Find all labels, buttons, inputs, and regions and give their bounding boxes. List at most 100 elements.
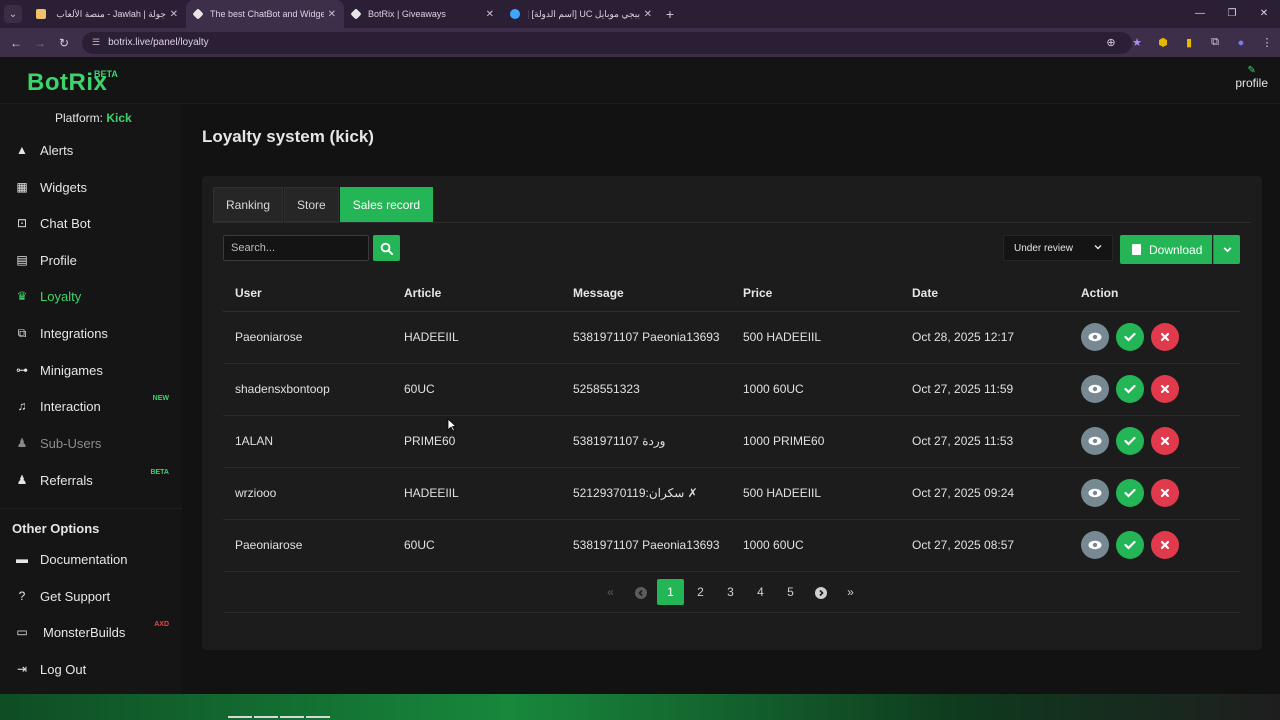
bookmark-star-icon[interactable]: ★ — [1124, 36, 1150, 49]
download-button[interactable]: Download — [1120, 235, 1212, 264]
address-bar[interactable]: ☰ botrix.live/panel/loyalty — [82, 31, 1132, 54]
cell-user: 1ALAN — [223, 415, 392, 468]
cell-price: 500 HADEEIIL — [731, 311, 900, 364]
reload-icon[interactable]: ↻ — [52, 36, 76, 50]
pagination-divider — [223, 612, 1240, 613]
sidebar-divider — [0, 508, 182, 509]
view-button[interactable] — [1081, 531, 1109, 559]
eye-icon — [1088, 488, 1102, 498]
forward-icon[interactable]: → — [28, 36, 52, 50]
new-tab-icon[interactable]: + — [660, 6, 680, 22]
close-tab-icon[interactable]: ✕ — [166, 9, 178, 20]
botrix-favicon-icon — [350, 8, 362, 20]
sidebar-item-get-support[interactable]: ? Get Support — [14, 585, 179, 607]
cell-article: 60UC — [392, 363, 561, 416]
status-filter-select[interactable]: Under review — [1003, 235, 1113, 261]
download-label: Download — [1149, 242, 1203, 257]
view-button[interactable] — [1081, 375, 1109, 403]
minimize-icon[interactable]: — — [1184, 0, 1216, 28]
sidebar-item-label: Profile — [40, 252, 77, 268]
browser-tab-jawlah[interactable]: جولة | Jawlah - منصة الألعاب الـ... ✕ — [28, 0, 186, 28]
browser-menu-icon[interactable]: ⋮ — [1254, 36, 1280, 49]
next-page-icon[interactable] — [807, 579, 834, 605]
reject-button[interactable] — [1151, 323, 1179, 351]
close-tab-icon[interactable]: ✕ — [324, 9, 336, 20]
search-button[interactable] — [373, 235, 400, 261]
page-3[interactable]: 3 — [717, 579, 744, 605]
reject-button[interactable] — [1151, 479, 1179, 507]
check-icon — [1124, 332, 1136, 342]
sidebar-item-log-out[interactable]: ⇥ Log Out — [14, 658, 179, 680]
sidebar-item-label: Chat Bot — [40, 215, 91, 231]
tab-title: BotRix | Giveaways — [368, 9, 446, 19]
view-button[interactable] — [1081, 427, 1109, 455]
tab-sales-record[interactable]: Sales record — [339, 187, 434, 222]
sidebar-item-label: MonsterBuilds — [43, 624, 126, 640]
sidebar-item-interaction[interactable]: ♫ Interaction NEW — [14, 395, 179, 417]
gamepad-icon: ⊶ — [16, 363, 28, 377]
previous-page-icon[interactable] — [627, 579, 654, 605]
cell-date: Oct 27, 2025 08:57 — [900, 519, 1069, 572]
table-row: wrziooo HADEEIIL 52129370119:سكران ✗ 500 HA… — [223, 467, 1240, 520]
close-icon — [1160, 436, 1170, 446]
browser-tab-pubg[interactable]: ببجي موبايل UC [اسم الدولة] | خـ... ✕ — [502, 0, 660, 28]
sidebar-item-chat-bot[interactable]: ⊡ Chat Bot — [14, 212, 179, 234]
sidebar-item-documentation[interactable]: ▬ Documentation — [14, 548, 179, 570]
other-options-heading: Other Options — [12, 521, 100, 536]
extension-icon[interactable]: ▮ — [1176, 36, 1202, 49]
column-header-action: Action — [1069, 276, 1240, 312]
sidebar-item-monsterbuilds[interactable]: ▭ MonsterBuilds AXD — [14, 621, 179, 643]
close-tab-icon[interactable]: ✕ — [482, 9, 494, 20]
download-options-toggle[interactable] — [1213, 235, 1240, 264]
search-input[interactable] — [223, 235, 369, 261]
tab-ranking[interactable]: Ranking — [213, 187, 284, 222]
profile-avatar-icon[interactable]: ● — [1228, 37, 1254, 49]
browser-tab-giveaways[interactable]: BotRix | Giveaways ✕ — [344, 0, 502, 28]
browser-toolbar: ← → ↻ ☰ botrix.live/panel/loyalty ⊕ ★ ⬢ … — [0, 28, 1280, 57]
extension-icon[interactable]: ⬢ — [1150, 36, 1176, 49]
approve-button[interactable] — [1116, 479, 1144, 507]
site-info-icon[interactable]: ☰ — [92, 37, 100, 48]
approve-button[interactable] — [1116, 531, 1144, 559]
sidebar-item-loyalty[interactable]: ♛ Loyalty — [14, 285, 179, 307]
reject-button[interactable] — [1151, 375, 1179, 403]
view-button[interactable] — [1081, 323, 1109, 351]
last-page-icon[interactable]: » — [837, 579, 864, 605]
warning-icon: ▲ — [16, 143, 28, 157]
approve-button[interactable] — [1116, 375, 1144, 403]
sidebar-item-widgets[interactable]: ▦ Widgets — [14, 176, 179, 198]
cell-article: HADEEIIL — [392, 467, 561, 520]
view-button[interactable] — [1081, 479, 1109, 507]
integrations-icon: ⧉ — [17, 325, 27, 340]
tab-search-chevron-icon[interactable]: ⌄ — [4, 5, 22, 23]
reject-button[interactable] — [1151, 427, 1179, 455]
sidebar-item-integrations[interactable]: ⧉ Integrations — [14, 322, 179, 344]
extensions-puzzle-icon[interactable]: ⧉ — [1202, 36, 1228, 49]
profile-button[interactable]: ✎ profile — [1235, 65, 1268, 90]
close-window-icon[interactable]: ✕ — [1248, 0, 1280, 28]
page-4[interactable]: 4 — [747, 579, 774, 605]
eye-icon — [1088, 332, 1102, 342]
page-2[interactable]: 2 — [687, 579, 714, 605]
sidebar-item-label: Log Out — [40, 661, 87, 677]
close-tab-icon[interactable]: ✕ — [640, 9, 652, 20]
approve-button[interactable] — [1116, 323, 1144, 351]
approve-button[interactable] — [1116, 427, 1144, 455]
sidebar-item-minigames[interactable]: ⊶ Minigames — [14, 359, 179, 381]
sidebar-item-referrals[interactable]: ♟ Referrals BETA — [14, 469, 179, 491]
page-5[interactable]: 5 — [777, 579, 804, 605]
cell-price: 1000 60UC — [731, 519, 900, 572]
first-page-icon[interactable]: « — [597, 579, 624, 605]
sidebar-item-alerts[interactable]: ▲ Alerts — [14, 139, 179, 161]
back-icon[interactable]: ← — [4, 36, 28, 50]
page-1[interactable]: 1 — [657, 579, 684, 605]
sidebar-item-profile[interactable]: ▤ Profile — [14, 249, 179, 271]
browser-tab-botrix[interactable]: The best ChatBot and Widgets ✕ — [186, 0, 344, 28]
platform-indicator: Platform: Kick — [55, 111, 132, 125]
sidebar-item-sub-users[interactable]: ♟ Sub-Users — [14, 432, 179, 454]
restore-icon[interactable]: ❐ — [1216, 0, 1248, 28]
reject-button[interactable] — [1151, 531, 1179, 559]
tab-store[interactable]: Store — [284, 187, 339, 222]
robot-icon: ⊡ — [16, 216, 28, 230]
zoom-icon[interactable]: ⊕ — [1098, 36, 1124, 49]
